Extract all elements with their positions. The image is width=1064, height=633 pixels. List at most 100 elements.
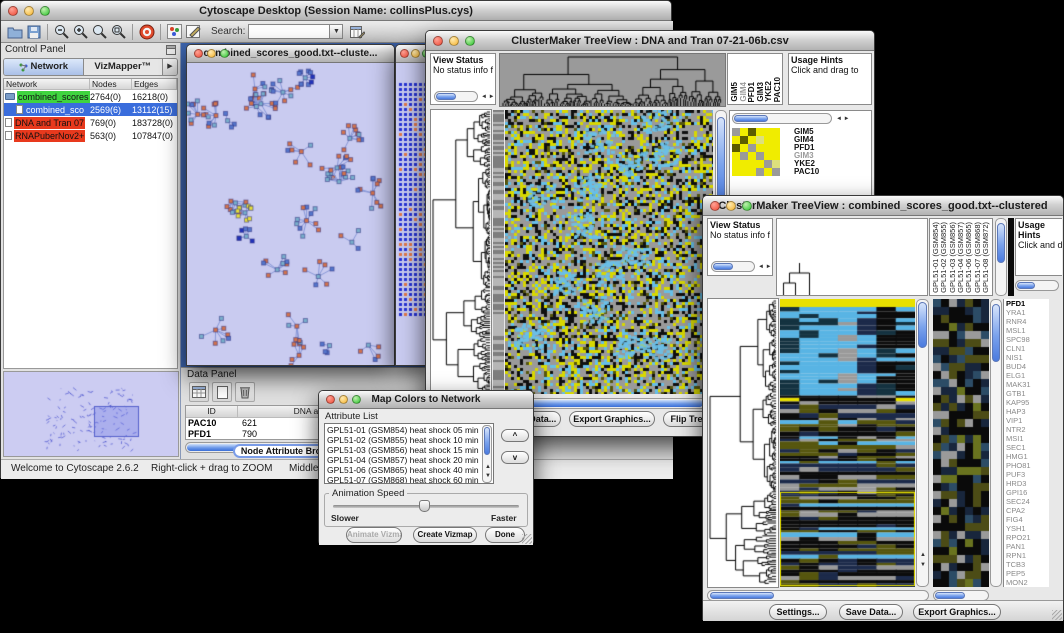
zoom-button[interactable] (465, 36, 475, 46)
gene-label[interactable]: FIG4 (1004, 515, 1049, 524)
scroll-arrows[interactable]: ◄ ► (836, 116, 850, 122)
network-row[interactable]: DNA and Tran 07769(0)183728(0) (4, 116, 177, 129)
zoom-matrix-cell[interactable] (772, 168, 780, 176)
zoom-matrix-cell[interactable] (740, 160, 748, 168)
zoom-matrix-cell[interactable] (756, 152, 764, 160)
attribute-list-item[interactable]: GPL51-02 (GSM855) heat shock 10 min (325, 435, 493, 445)
tab-overflow-arrow[interactable]: ▶ (162, 59, 177, 75)
zoom-matrix-cell[interactable] (748, 160, 756, 168)
zoom-matrix-cell[interactable] (732, 128, 740, 136)
attribute-listbox[interactable]: GPL51-01 (GSM854) heat shock 05 minGPL51… (324, 423, 494, 484)
zoom-button[interactable] (40, 6, 50, 16)
animate-vizmap-button[interactable]: Animate Vizmap (346, 527, 402, 543)
open-folder-icon[interactable] (5, 23, 24, 41)
minimize-button[interactable] (24, 6, 34, 16)
tab-vizmapper[interactable]: VizMapper™ (84, 59, 163, 75)
zoom-matrix-cell[interactable] (748, 136, 756, 144)
zoom-button[interactable] (220, 49, 229, 58)
gene-label[interactable]: RPN1 (1004, 551, 1049, 560)
map-colors-titlebar[interactable]: Map Colors to Network (319, 391, 533, 409)
save-icon[interactable] (24, 23, 43, 41)
column-dendrogram-canvas[interactable] (499, 53, 726, 107)
global-heatmap-canvas[interactable] (505, 110, 713, 394)
network-row[interactable]: combined_scores2764(0)16218(0) (4, 90, 177, 103)
list-vscrollbar[interactable]: ▲ ▼ (482, 425, 492, 483)
zoom-matrix-cell[interactable] (748, 128, 756, 136)
search-input[interactable] (248, 24, 330, 39)
close-button[interactable] (710, 201, 720, 211)
zoom-matrix-cell[interactable] (756, 168, 764, 176)
zoom-matrix-cell[interactable] (772, 152, 780, 160)
gene-label[interactable]: TCB3 (1004, 560, 1049, 569)
zoom-matrix[interactable] (732, 128, 780, 176)
close-button[interactable] (8, 6, 18, 16)
gene-label[interactable]: YSH1 (1004, 524, 1049, 533)
attribute-list-item[interactable]: GPL51-06 (GSM865) heat shock 40 min (325, 465, 493, 475)
create-vizmap-button[interactable]: Create Vizmap (413, 527, 477, 543)
zoom-button[interactable] (742, 201, 752, 211)
zoom-matrix-cell[interactable] (732, 136, 740, 144)
help-ring-icon[interactable] (137, 23, 156, 41)
vizmapper-icon[interactable] (165, 23, 184, 41)
zoom-matrix-cell[interactable] (764, 168, 772, 176)
zoom-matrix-cell[interactable] (764, 136, 772, 144)
gene-label[interactable]: GTB1 (1004, 389, 1049, 398)
move-down-button[interactable]: v (501, 451, 529, 464)
row-dendrogram-canvas[interactable] (708, 299, 778, 587)
new-document-icon[interactable] (212, 382, 232, 402)
minimize-button[interactable] (411, 49, 420, 58)
minimize-button[interactable] (449, 36, 459, 46)
gene-label[interactable]: PUF3 (1004, 470, 1049, 479)
zoom-button[interactable] (352, 395, 361, 404)
gene-label[interactable]: SEC24 (1004, 497, 1049, 506)
zoom-matrix-cell[interactable] (764, 144, 772, 152)
zoom-matrix-cell[interactable] (764, 160, 772, 168)
attribute-list-item[interactable]: GPL51-04 (GSM857) heat shock 20 min (325, 455, 493, 465)
zoom-matrix-cell[interactable] (764, 152, 772, 160)
search-dropdown-arrow[interactable]: ▼ (330, 24, 343, 39)
gene-label[interactable]: SPC98 (1004, 335, 1049, 344)
zoom-matrix-cell[interactable] (740, 168, 748, 176)
attribute-list-item[interactable]: GPL51-01 (GSM854) heat shock 05 min (325, 425, 493, 435)
zoom-matrix-cell[interactable] (732, 152, 740, 160)
gene-labels-list[interactable]: PFD1YRA1RNR4MSL1SPC98CLN1NIS1BUD4ELG1MAK… (1003, 299, 1049, 587)
gene-label[interactable]: GPI16 (1004, 488, 1049, 497)
zoom-fit-icon[interactable] (90, 23, 109, 41)
zoom-selected-icon[interactable] (109, 23, 128, 41)
network-canvas[interactable] (187, 63, 394, 365)
gene-label[interactable]: NIS1 (1004, 353, 1049, 362)
export-graphics-button[interactable]: Export Graphics... (569, 411, 655, 427)
zoom-matrix-cell[interactable] (740, 128, 748, 136)
network-view-titlebar[interactable]: combined_scores_good.txt--cluste... (187, 45, 394, 63)
gene-label[interactable]: RPO21 (1004, 533, 1049, 542)
gene-label[interactable]: KAP95 (1004, 398, 1049, 407)
annotation-icon[interactable] (184, 23, 203, 41)
zoom-matrix-cell[interactable] (772, 160, 780, 168)
gene-label[interactable]: NTR2 (1004, 425, 1049, 434)
gene-label[interactable]: VIP1 (1004, 416, 1049, 425)
gene-label[interactable]: MSL1 (1004, 326, 1049, 335)
gene-label[interactable]: HAP3 (1004, 407, 1049, 416)
labels-vscrollbar[interactable] (995, 218, 1007, 296)
attribute-list-item[interactable]: GPL51-07 (GSM868) heat shock 60 min (325, 475, 493, 484)
gene-label[interactable]: MSI1 (1004, 434, 1049, 443)
gene-label[interactable]: HMG1 (1004, 452, 1049, 461)
gene-label[interactable]: PFD1 (1004, 299, 1049, 308)
zoom-matrix-cell[interactable] (732, 144, 740, 152)
zoom-matrix-cell[interactable] (756, 144, 764, 152)
gene-label[interactable]: HRD3 (1004, 479, 1049, 488)
network-list-header[interactable]: Network Nodes Edges (4, 79, 177, 90)
zoom-matrix-cell[interactable] (756, 136, 764, 144)
settings-button[interactable]: Settings... (769, 604, 827, 620)
gene-label[interactable]: PHO81 (1004, 461, 1049, 470)
zoom-heatmap-canvas[interactable] (933, 299, 989, 587)
treeview-dna-titlebar[interactable]: ClusterMaker TreeView : DNA and Tran 07-… (426, 31, 874, 51)
heatmap-vscrollbar[interactable]: ▲ ▼ (916, 299, 929, 587)
zoom-matrix-cell[interactable] (748, 168, 756, 176)
tab-network[interactable]: Network (4, 59, 84, 75)
treeview-combined-titlebar[interactable]: ClusterMaker TreeView : combined_scores_… (703, 196, 1063, 216)
hints-hscrollbar[interactable] (1015, 280, 1059, 291)
scroll-arrows[interactable]: ◄ ► (481, 94, 495, 100)
done-button[interactable]: Done (485, 527, 525, 543)
scroll-arrows[interactable]: ◄ ► (758, 264, 772, 270)
